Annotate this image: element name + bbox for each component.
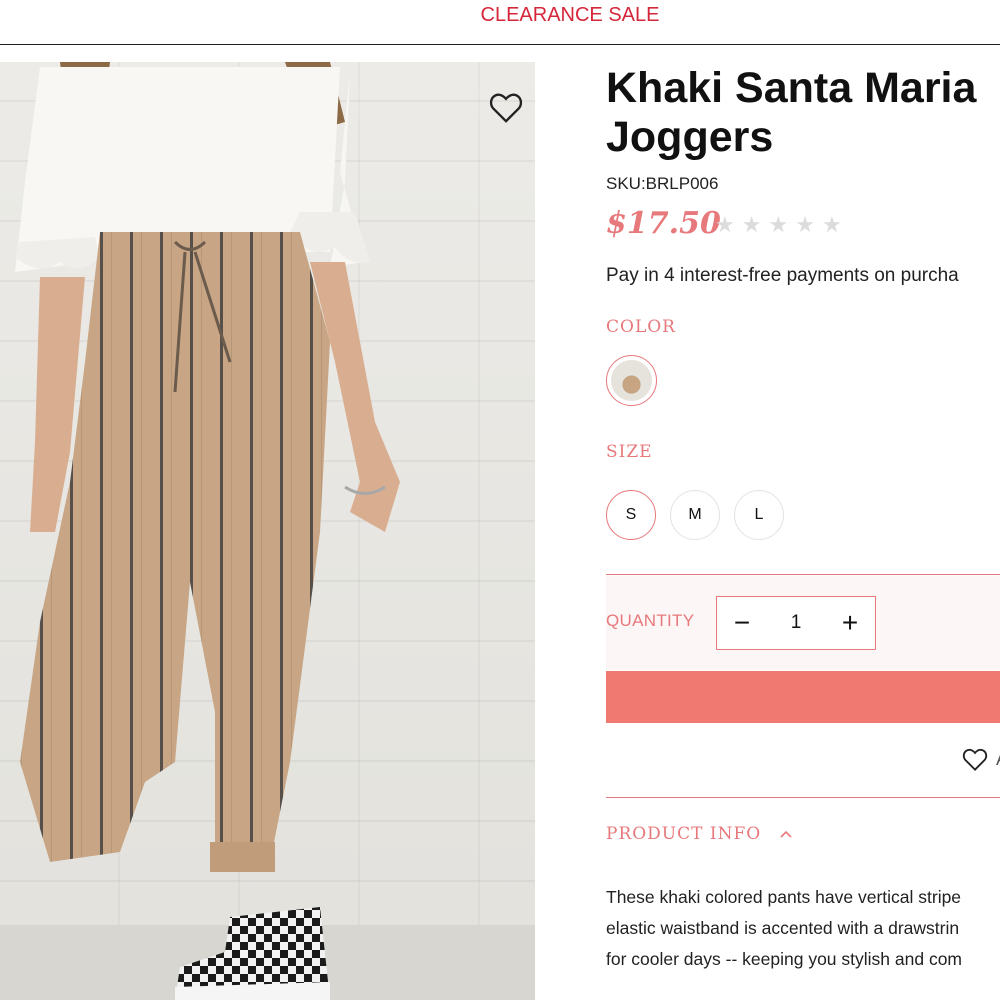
product-description: These khaki colored pants have vertical … [606, 882, 1000, 975]
product-image [0, 62, 535, 1000]
pant-cuff [210, 842, 275, 872]
description-line: elastic waistband is accented with a dra… [606, 918, 960, 938]
size-label: SIZE [606, 442, 653, 462]
product-info-toggle[interactable]: PRODUCT INFO [606, 824, 793, 844]
size-option-l[interactable]: L [734, 490, 784, 540]
description-line: for cooler days -- keeping you stylish a… [606, 949, 962, 969]
product-price: $17.50 [606, 206, 721, 241]
chevron-up-icon [780, 830, 792, 838]
product-info-label: PRODUCT INFO [606, 824, 762, 844]
rating-stars[interactable]: ★ ★ ★ ★ ★ [715, 212, 842, 238]
quantity-stepper: − 1 + [716, 596, 876, 650]
clearance-sale-link[interactable]: CLEARANCE SALE [0, 4, 1000, 27]
star-icon: ★ [821, 212, 842, 237]
color-label: COLOR [606, 317, 676, 337]
add-to-wishlist-link[interactable]: A [960, 744, 1000, 774]
product-title-line2: Joggers [606, 113, 774, 161]
add-to-cart-button[interactable]: A [606, 671, 1000, 723]
star-icon: ★ [715, 212, 735, 237]
size-option-s[interactable]: S [606, 490, 656, 540]
color-swatch-khaki[interactable] [606, 355, 657, 406]
quantity-value[interactable]: 1 [767, 612, 825, 634]
description-line: These khaki colored pants have vertical … [606, 887, 962, 907]
heart-outline-icon [962, 748, 988, 771]
installment-payments-text: Pay in 4 interest-free payments on purch… [606, 265, 959, 286]
khaki-joggers-thumbnail-icon [611, 360, 652, 401]
product-sku: SKU:BRLP006 [606, 174, 719, 193]
star-icon: ★ [741, 212, 762, 237]
model-photo [15, 62, 400, 1000]
promo-banner: CLEARANCE SALE [0, 0, 1000, 45]
decrement-button[interactable]: − [717, 597, 767, 649]
star-icon: ★ [795, 212, 815, 237]
increment-button[interactable]: + [825, 597, 875, 649]
add-to-wishlist-label: A [996, 749, 1000, 770]
wishlist-heart-icon[interactable] [486, 87, 526, 127]
sleeve-ruffle-left [15, 237, 100, 269]
product-title-line1: Khaki Santa Maria [606, 64, 977, 112]
quantity-label: QUANTITY [606, 611, 695, 630]
section-divider [606, 797, 1000, 798]
section-divider [606, 574, 1000, 575]
star-icon: ★ [768, 212, 789, 237]
product-title: Khaki Santa Maria Joggers [606, 64, 1000, 162]
size-option-m[interactable]: M [670, 490, 720, 540]
